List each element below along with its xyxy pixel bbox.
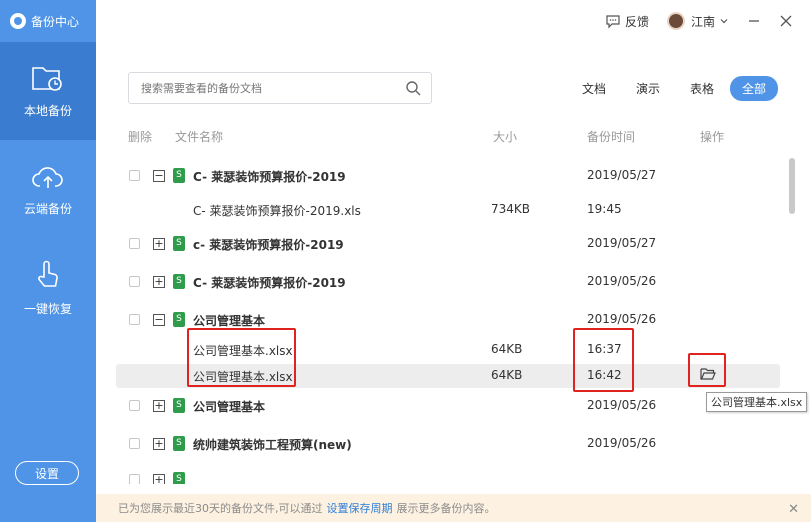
file-group-name: C- 莱瑟装饰预算报价-2019	[193, 276, 346, 290]
minimize-button[interactable]	[747, 14, 761, 28]
user-menu[interactable]: 江南	[666, 12, 729, 30]
set-retention-link[interactable]: 设置保存周期	[327, 500, 393, 516]
annotation-box-names	[187, 328, 296, 387]
file-group-name: 公司管理基本	[193, 314, 266, 328]
sidebar: 备份中心 本地备份 云端备份 一键恢复 设置	[0, 0, 96, 522]
nav-cloud-backup-label: 云端备份	[23, 201, 72, 216]
row-checkbox[interactable]	[129, 314, 140, 325]
backup-file-list: − S C- 莱瑟装饰预算报价-2019 2019/05/27 C- 莱瑟装饰预…	[116, 158, 780, 484]
file-size: 64KB	[491, 342, 523, 356]
expand-toggle-icon[interactable]: +	[153, 276, 165, 288]
spreadsheet-file-icon: S	[173, 168, 185, 183]
backup-date: 2019/05/26	[587, 274, 657, 288]
close-icon	[780, 15, 792, 27]
close-button[interactable]	[779, 14, 793, 28]
chevron-down-icon	[720, 19, 728, 24]
user-name: 江南	[690, 14, 715, 29]
row-checkbox[interactable]	[129, 170, 140, 181]
notice-prefix: 已为您展示最近30天的备份文件,可以通过	[118, 502, 323, 515]
brand: 备份中心	[0, 0, 96, 42]
table-row[interactable]: − S C- 莱瑟装饰预算报价-2019 2019/05/27	[116, 158, 780, 196]
search-icon[interactable]	[405, 80, 421, 96]
feedback-label: 反馈	[624, 14, 649, 29]
spreadsheet-file-icon: S	[173, 312, 185, 327]
spreadsheet-file-icon: S	[173, 236, 185, 251]
collapse-toggle-icon[interactable]: −	[153, 314, 165, 326]
row-checkbox[interactable]	[129, 238, 140, 249]
filter-documents[interactable]: 文档	[582, 80, 606, 97]
backup-logo-icon	[10, 13, 26, 29]
cloud-upload-icon	[32, 166, 63, 188]
table-row[interactable]: + S c- 莱瑟装饰预算报价-2019 2019/05/27	[116, 226, 780, 264]
type-filters: 文档 演示 表格 全部	[552, 76, 778, 101]
backup-date: 2019/05/26	[587, 436, 657, 450]
search-input[interactable]	[141, 81, 391, 95]
col-name: 文件名称	[175, 130, 224, 144]
table-row[interactable]: + S C- 莱瑟装饰预算报价-2019 2019/05/26	[116, 264, 780, 302]
table-row-partial[interactable]: + S	[116, 462, 780, 484]
file-group-name: C- 莱瑟装饰预算报价-2019	[193, 170, 346, 184]
filter-all[interactable]: 全部	[729, 76, 778, 101]
col-delete: 删除	[128, 130, 153, 144]
backup-date: 2019/05/26	[587, 312, 657, 326]
col-time: 备份时间	[587, 130, 636, 144]
nav-local-backup[interactable]: 本地备份	[0, 42, 96, 140]
column-headers: 删除 文件名称 大小 备份时间 操作	[128, 128, 788, 144]
col-size: 大小	[493, 130, 518, 144]
backup-date: 2019/05/27	[587, 236, 657, 250]
table-row[interactable]: + S 公司管理基本 2019/05/26	[116, 388, 780, 426]
backup-center-window: 备份中心 本地备份 云端备份 一键恢复 设置 反馈 江南 搜索需要查看的备份文档…	[0, 0, 811, 522]
brand-title: 备份中心	[31, 14, 80, 29]
nav-cloud-backup[interactable]: 云端备份	[0, 140, 96, 238]
folder-clock-icon	[32, 66, 62, 91]
expand-toggle-icon[interactable]: +	[153, 400, 165, 412]
file-group-name: 统帅建筑装饰工程预算(new)	[193, 438, 352, 452]
file-size: 734KB	[491, 202, 531, 216]
hand-pointer-icon	[38, 260, 58, 287]
chat-bubble-icon	[606, 15, 620, 29]
spreadsheet-file-icon: S	[173, 398, 185, 413]
spreadsheet-file-icon: S	[173, 436, 185, 451]
table-row[interactable]: + S 统帅建筑装饰工程预算(new) 2019/05/26	[116, 426, 780, 462]
title-bar: 反馈 江南	[96, 0, 811, 42]
filter-spreadsheets[interactable]: 表格	[690, 80, 714, 97]
scrollbar[interactable]	[789, 158, 795, 214]
expand-toggle-icon[interactable]: +	[153, 438, 165, 450]
nav-one-click-restore[interactable]: 一键恢复	[0, 238, 96, 336]
notice-suffix: 展示更多备份内容。	[396, 502, 496, 515]
spreadsheet-file-icon: S	[173, 472, 185, 484]
file-tooltip: 公司管理基本.xlsx	[706, 392, 808, 412]
settings-button[interactable]: 设置	[15, 461, 79, 485]
nav-local-backup-label: 本地备份	[23, 103, 72, 118]
feedback-button[interactable]: 反馈	[605, 13, 649, 30]
row-checkbox[interactable]	[129, 438, 140, 449]
col-action: 操作	[700, 130, 725, 144]
collapse-toggle-icon[interactable]: −	[153, 170, 165, 182]
backup-date: 2019/05/27	[587, 168, 657, 182]
search-box[interactable]	[128, 72, 432, 104]
backup-time: 19:45	[587, 202, 622, 216]
table-row[interactable]: C- 莱瑟装饰预算报价-2019.xls 734KB 19:45	[116, 196, 780, 226]
backup-date: 2019/05/26	[587, 398, 657, 412]
avatar	[666, 12, 685, 30]
annotation-box-folder	[688, 353, 726, 387]
minimize-icon	[749, 20, 759, 22]
notice-close-icon[interactable]: ✕	[788, 502, 799, 517]
file-size: 64KB	[491, 368, 523, 382]
filter-presentations[interactable]: 演示	[636, 80, 660, 97]
row-checkbox[interactable]	[129, 474, 140, 484]
file-group-name: 公司管理基本	[193, 400, 266, 414]
nav-one-click-restore-label: 一键恢复	[23, 301, 72, 316]
spreadsheet-file-icon: S	[173, 274, 185, 289]
annotation-box-times	[573, 328, 634, 392]
expand-toggle-icon[interactable]: +	[153, 238, 165, 250]
expand-toggle-icon[interactable]: +	[153, 474, 165, 484]
retention-notice: 已为您展示最近30天的备份文件,可以通过 设置保存周期 展示更多备份内容。 ✕	[96, 494, 811, 522]
file-name: C- 莱瑟装饰预算报价-2019.xls	[193, 204, 361, 218]
row-checkbox[interactable]	[129, 400, 140, 411]
file-group-name: c- 莱瑟装饰预算报价-2019	[193, 238, 344, 252]
row-checkbox[interactable]	[129, 276, 140, 287]
